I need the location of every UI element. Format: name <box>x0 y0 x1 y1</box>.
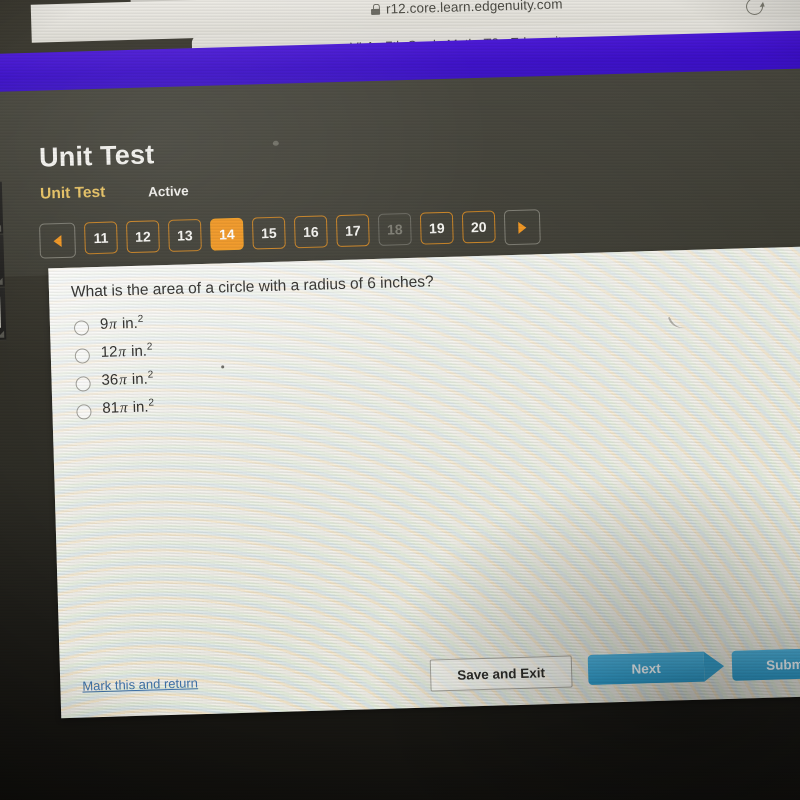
answer-option-1[interactable]: 9π in.2 <box>73 313 153 343</box>
next-button[interactable]: Next <box>587 651 705 686</box>
pager-item-17[interactable]: 17 <box>335 214 370 248</box>
answer-options: 9π in.2 12π in.2 36π in.2 81π in.2 <box>73 313 155 427</box>
save-and-exit-button[interactable]: Save and Exit <box>429 655 573 692</box>
pager-item-20[interactable]: 20 <box>461 210 496 244</box>
pager-item-12[interactable]: 12 <box>125 220 160 254</box>
triangle-left-icon <box>53 234 62 247</box>
answer-option-label: 9π in.2 <box>99 313 144 333</box>
pager-item-15[interactable]: 15 <box>251 216 286 250</box>
answer-option-2[interactable]: 12π in.2 <box>74 341 153 371</box>
answer-option-label: 81π in.2 <box>102 397 155 417</box>
status-badge: Active <box>147 183 189 200</box>
pager-prev-button[interactable] <box>39 222 77 259</box>
question-text: What is the area of a circle with a radi… <box>70 273 434 301</box>
stray-dot-artifact <box>221 365 225 369</box>
radio-button[interactable] <box>76 404 92 420</box>
pager-item-18-disabled: 18 <box>377 212 412 246</box>
pager-item-16[interactable]: 16 <box>293 215 328 249</box>
pager-next-button[interactable] <box>503 209 541 246</box>
radio-button[interactable] <box>74 348 91 364</box>
answer-option-label: 12π in.2 <box>100 341 153 361</box>
corner-fold-icon <box>0 330 5 338</box>
answer-option-label: 36π in.2 <box>101 369 154 389</box>
square-root-calculator-icon: √x <box>0 296 1 329</box>
radio-button[interactable] <box>73 320 90 336</box>
monitor-screen: r12.core.learn.edgenuity.com VLA - 7th G… <box>0 0 800 800</box>
page-title: Unit Test <box>38 139 155 173</box>
answer-option-4[interactable]: 81π in.2 <box>76 397 155 427</box>
answer-option-3[interactable]: 36π in.2 <box>75 369 154 399</box>
pager-item-11[interactable]: 11 <box>83 221 118 255</box>
corner-fold-icon <box>0 277 3 285</box>
pager-item-14-current[interactable]: 14 <box>209 217 244 251</box>
card-footer: Mark this and return Save and Exit Next … <box>60 636 800 718</box>
calculator-tool[interactable]: √x <box>0 287 7 342</box>
breadcrumb[interactable]: Unit Test <box>40 184 106 204</box>
lock-icon <box>371 4 380 15</box>
screenshot-root: r12.core.learn.edgenuity.com VLA - 7th G… <box>0 0 800 800</box>
question-card: What is the area of a circle with a radi… <box>48 244 800 719</box>
glare-swoosh-artifact <box>667 308 697 333</box>
triangle-right-icon <box>518 221 527 234</box>
mark-this-and-return-link[interactable]: Mark this and return <box>82 675 198 693</box>
pager-item-19[interactable]: 19 <box>419 211 454 245</box>
submit-button[interactable]: Submit <box>731 647 800 681</box>
pager-item-13[interactable]: 13 <box>167 218 202 252</box>
corner-fold-icon <box>0 224 2 232</box>
radio-button[interactable] <box>75 376 91 392</box>
